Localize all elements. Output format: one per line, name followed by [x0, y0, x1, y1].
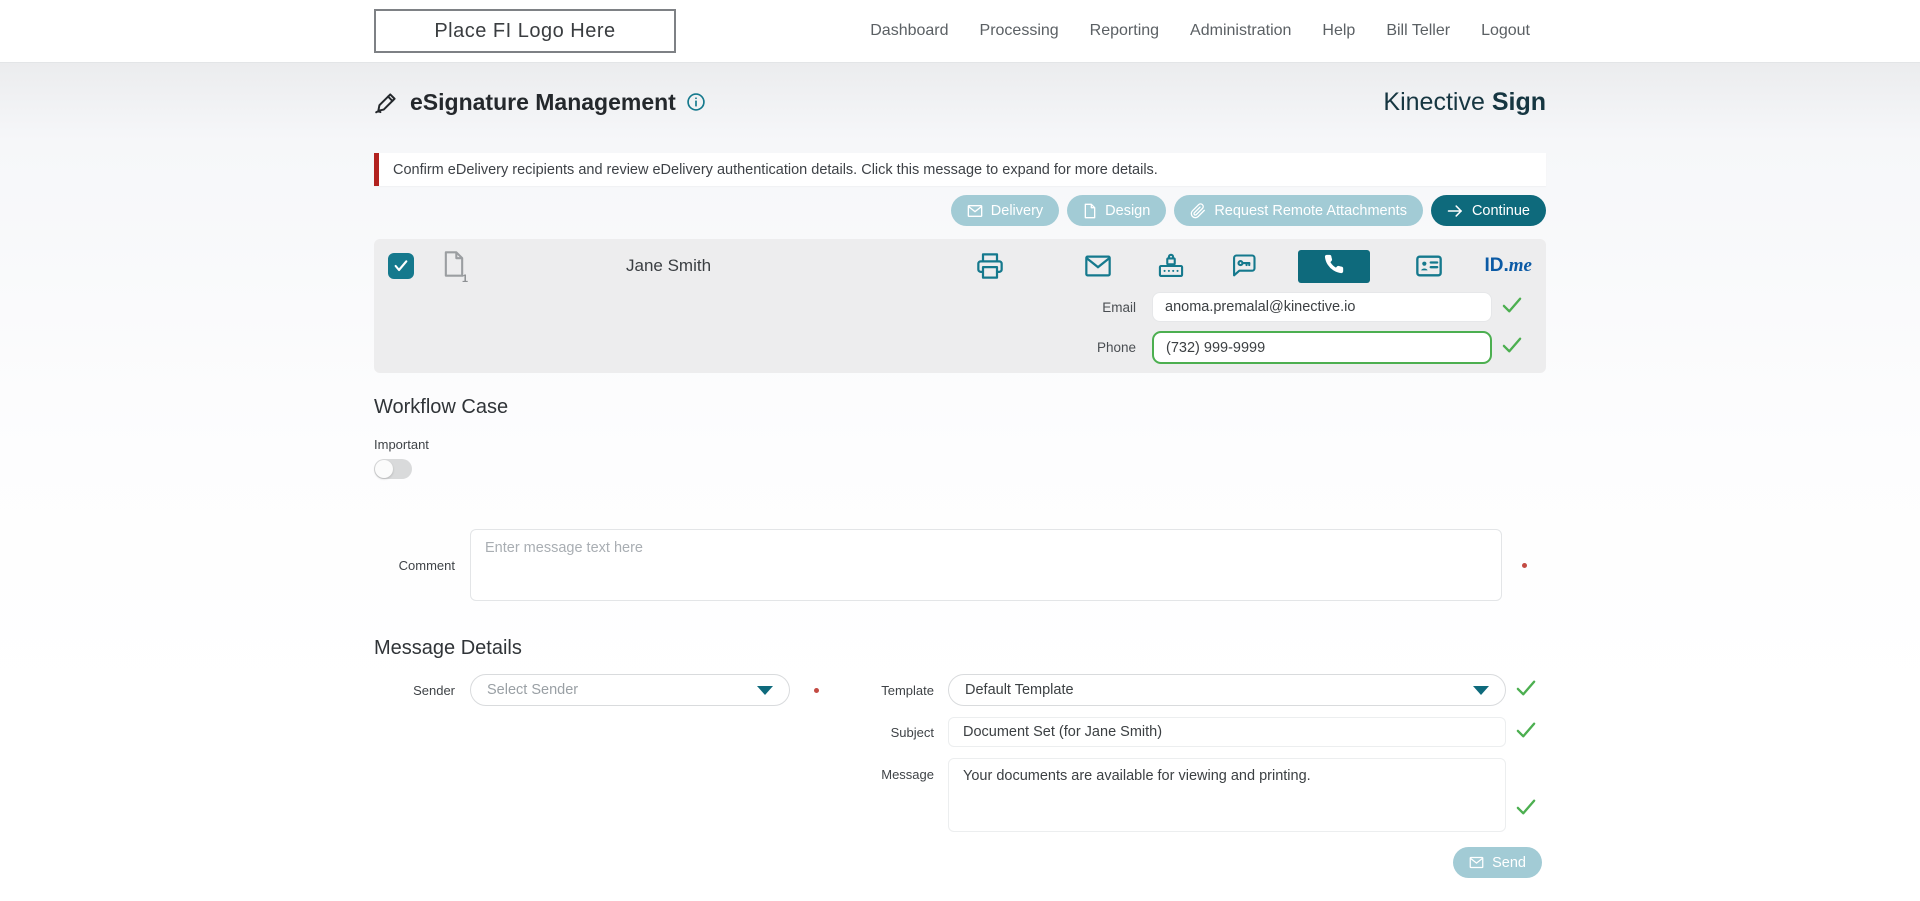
top-header: Place FI Logo Here Dashboard Processing …	[0, 0, 1920, 63]
printer-icon[interactable]	[976, 252, 1004, 280]
subject-input[interactable]	[948, 717, 1506, 747]
document-icon	[1083, 203, 1097, 219]
subject-label: Subject	[890, 724, 934, 740]
send-envelope-icon	[1469, 856, 1484, 869]
workflow-case-heading: Workflow Case	[374, 396, 509, 418]
email-input[interactable]	[1152, 292, 1492, 322]
design-button[interactable]: Design	[1067, 195, 1167, 226]
send-button-label: Send	[1492, 854, 1526, 871]
comment-required-dot	[1521, 562, 1527, 568]
comment-row: Comment	[374, 529, 1546, 601]
phone-valid-check-icon	[1501, 336, 1523, 359]
chevron-down-icon	[1473, 685, 1489, 695]
sender-label: Sender	[413, 682, 455, 698]
brand-name: Kinective	[1383, 87, 1485, 116]
request-remote-attachments-button[interactable]: Request Remote Attachments	[1174, 195, 1423, 226]
continue-button-label: Continue	[1471, 202, 1530, 219]
nav-dashboard[interactable]: Dashboard	[870, 22, 948, 40]
idme-logo[interactable]: ID.me	[1485, 255, 1533, 277]
nav-help[interactable]: Help	[1322, 22, 1355, 40]
phone-input[interactable]	[1152, 331, 1492, 364]
important-toggle[interactable]	[374, 459, 412, 479]
message-details-heading: Message Details	[374, 637, 522, 659]
info-icon[interactable]	[686, 92, 706, 112]
sender-required-dot	[813, 687, 819, 693]
nav-administration[interactable]: Administration	[1190, 22, 1291, 40]
brand-logo: Kinective Sign	[1383, 88, 1546, 117]
subject-valid-check-icon	[1515, 721, 1537, 744]
chevron-down-icon	[757, 685, 773, 695]
important-label: Important	[374, 437, 429, 452]
recipient-row: 1 Jane Smith ID.me Email anoma.premalal@…	[374, 239, 1546, 373]
title-row: eSignature Management Kinective Sign	[374, 87, 1546, 117]
sender-row: Sender Select Sender	[374, 674, 844, 706]
phone-label: Phone	[1096, 340, 1136, 355]
fi-logo-placeholder: Place FI Logo Here	[374, 9, 676, 53]
fi-logo-text: Place FI Logo Here	[434, 19, 616, 42]
template-valid-check-icon	[1515, 679, 1537, 702]
template-select-value: Default Template	[965, 682, 1074, 698]
nav-processing[interactable]: Processing	[980, 22, 1059, 40]
nav-reporting[interactable]: Reporting	[1090, 22, 1159, 40]
brand-suffix: Sign	[1491, 87, 1546, 116]
template-row: Template Default Template	[844, 674, 1546, 706]
comment-label: Comment	[398, 557, 455, 573]
delivery-button[interactable]: Delivery	[950, 195, 1060, 226]
id-card-icon[interactable]	[1415, 253, 1443, 279]
email-label: Email	[1102, 299, 1136, 315]
document-count: 1	[461, 272, 468, 285]
delivery-button-label: Delivery	[990, 202, 1044, 219]
toggle-knob	[375, 460, 393, 478]
page-title: eSignature Management	[410, 88, 676, 115]
message-row: Message Your documents are available for…	[844, 758, 1546, 832]
action-toolbar: Delivery Design Request Remote Attachmen…	[374, 195, 1546, 226]
continue-button[interactable]: Continue	[1430, 195, 1546, 226]
message-label: Message	[881, 767, 934, 782]
idme-logo-id: ID.	[1484, 255, 1509, 276]
paperclip-icon	[1190, 202, 1206, 219]
sms-key-icon[interactable]	[1230, 252, 1258, 280]
signature-pen-icon	[374, 89, 400, 115]
sender-select-value: Select Sender	[487, 682, 579, 698]
arrow-right-icon	[1447, 204, 1464, 218]
template-label: Template	[881, 682, 934, 698]
nav-user-bill-teller[interactable]: Bill Teller	[1386, 22, 1450, 40]
recipient-checkbox[interactable]	[388, 253, 414, 279]
edelivery-alert-banner[interactable]: Confirm eDelivery recipients and review …	[374, 153, 1546, 186]
sender-select[interactable]: Select Sender	[470, 674, 790, 706]
email-auth-icon[interactable]	[1084, 254, 1112, 278]
message-textarea[interactable]: Your documents are available for viewing…	[948, 758, 1506, 832]
subject-row: Subject	[844, 717, 1546, 747]
comment-textarea[interactable]	[470, 529, 1502, 601]
idme-logo-me: me	[1508, 255, 1532, 276]
design-button-label: Design	[1105, 202, 1151, 219]
request-remote-attachments-label: Request Remote Attachments	[1214, 202, 1407, 219]
main-nav: Dashboard Processing Reporting Administr…	[870, 22, 1530, 40]
alert-text: Confirm eDelivery recipients and review …	[393, 161, 1158, 178]
nav-logout[interactable]: Logout	[1481, 22, 1530, 40]
template-select[interactable]: Default Template	[948, 674, 1506, 706]
send-button[interactable]: Send	[1453, 847, 1542, 878]
email-valid-check-icon	[1501, 296, 1523, 319]
recipient-name: Jane Smith	[626, 256, 712, 275]
phone-auth-selected[interactable]	[1297, 249, 1370, 283]
envelope-icon	[967, 204, 983, 218]
passcode-lock-icon[interactable]	[1157, 252, 1185, 280]
document-count-icon[interactable]: 1	[442, 250, 468, 285]
phone-icon	[1323, 253, 1345, 280]
message-valid-check-icon	[1515, 798, 1537, 821]
